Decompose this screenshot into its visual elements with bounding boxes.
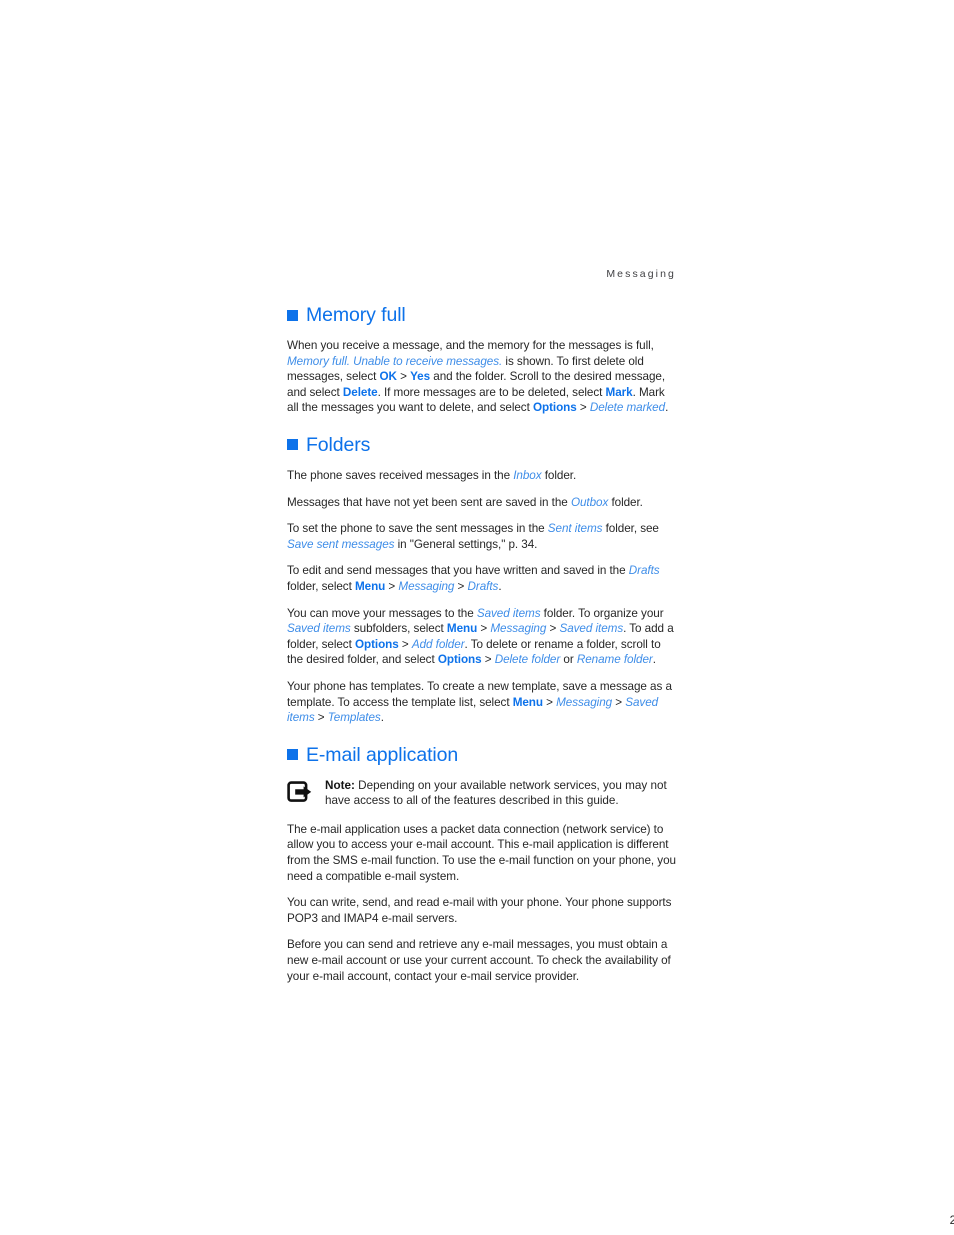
- separator: >: [454, 579, 468, 593]
- text-run: folder. To organize your: [540, 606, 664, 620]
- reference-messaging: Messaging: [556, 695, 613, 709]
- separator: >: [398, 637, 412, 651]
- reference-memory-full-message: Memory full. Unable to receive messages.: [287, 354, 503, 368]
- reference-outbox: Outbox: [570, 495, 609, 509]
- separator: >: [576, 401, 590, 415]
- reference-templates: Templates: [327, 711, 381, 725]
- text-run: The phone saves received messages in the: [287, 468, 514, 482]
- text-run: folder, see: [602, 522, 659, 536]
- text-run: folder, select: [287, 579, 355, 593]
- note-label: Note:: [325, 778, 355, 792]
- command-ok: OK: [379, 370, 397, 384]
- separator: >: [542, 695, 557, 709]
- command-options: Options: [532, 401, 577, 415]
- reference-delete-folder: Delete folder: [494, 653, 561, 667]
- text-run: .: [652, 653, 656, 667]
- separator: >: [481, 653, 495, 667]
- section-heading-folders: Folders: [287, 433, 676, 457]
- text-run: in "General settings," p. 34.: [394, 537, 538, 551]
- paragraph-email-intro: The e-mail application uses a packet dat…: [287, 822, 676, 883]
- note-callout: Note: Depending on your available networ…: [287, 778, 676, 809]
- note-text: Note: Depending on your available networ…: [325, 778, 676, 809]
- section-heading-label: Memory full: [306, 304, 406, 326]
- text-run: folder.: [541, 468, 577, 482]
- text-run: Depending on your available network serv…: [325, 778, 667, 808]
- separator: >: [477, 622, 491, 636]
- text-run: or: [560, 653, 577, 667]
- text-run: subfolders, select: [350, 622, 447, 636]
- command-menu: Menu: [512, 695, 543, 709]
- paragraph-email-servers: You can write, send, and read e-mail wit…: [287, 896, 672, 925]
- square-bullet-icon: [287, 439, 298, 451]
- separator: >: [612, 695, 626, 709]
- reference-sent-items: Sent items: [547, 522, 603, 536]
- separator: >: [396, 370, 411, 384]
- paragraph-folders-outbox: Messages that have not yet been sent are…: [287, 495, 676, 511]
- reference-save-sent-messages: Save sent messages: [287, 537, 395, 551]
- note-arrow-icon: [287, 780, 313, 805]
- section-heading-label: E-mail application: [306, 743, 459, 766]
- reference-messaging: Messaging: [398, 579, 455, 593]
- command-menu: Menu: [354, 579, 386, 593]
- separator: >: [314, 711, 328, 725]
- paragraph-folders-sent-items: To set the phone to save the sent messag…: [287, 521, 676, 552]
- text-run: To edit and send messages that you have …: [287, 564, 629, 578]
- text-run: You can move your messages to the: [287, 606, 477, 620]
- text-run: folder.: [608, 495, 643, 509]
- section-heading-email-application: E-mail application: [287, 743, 676, 767]
- text-run: When you receive a message, and the memo…: [287, 339, 654, 352]
- text-run: .: [380, 711, 384, 725]
- page-content-column: Messaging Memory full When you receive a…: [287, 268, 954, 1227]
- reference-add-folder: Add folder: [411, 637, 465, 651]
- paragraph-email-account: Before you can send and retrieve any e-m…: [287, 938, 671, 983]
- command-mark: Mark: [605, 385, 633, 399]
- command-yes: Yes: [410, 370, 431, 384]
- reference-inbox: Inbox: [513, 468, 542, 482]
- text-run: . If more messages are to be deleted, se…: [377, 385, 606, 399]
- section-heading-label: Folders: [306, 433, 371, 456]
- section-heading-memory-full: Memory full: [287, 303, 676, 327]
- reference-drafts: Drafts: [467, 579, 499, 593]
- page-number: 27: [949, 1213, 954, 1227]
- document-page: Messaging Memory full When you receive a…: [0, 0, 954, 1235]
- command-options: Options: [437, 653, 482, 667]
- text-run: .: [665, 401, 669, 415]
- running-header: Messaging: [606, 268, 676, 280]
- reference-delete-marked: Delete marked: [589, 401, 666, 415]
- separator: >: [546, 622, 560, 636]
- reference-saved-items: Saved items: [287, 622, 351, 636]
- reference-rename-folder: Rename folder: [576, 653, 653, 667]
- reference-saved-items: Saved items: [476, 606, 541, 620]
- reference-messaging: Messaging: [490, 622, 547, 636]
- paragraph-folders-saved-items: You can move your messages to the Saved …: [287, 606, 676, 668]
- paragraph-folders-inbox: The phone saves received messages in the…: [287, 468, 676, 484]
- command-delete: Delete: [342, 385, 378, 399]
- paragraph-folders-templates: Your phone has templates. To create a ne…: [287, 679, 676, 726]
- text-run: Messages that have not yet been sent are…: [287, 495, 571, 509]
- square-bullet-icon: [287, 749, 298, 761]
- separator: >: [385, 579, 399, 593]
- paragraph-folders-drafts: To edit and send messages that you have …: [287, 563, 676, 594]
- reference-drafts: Drafts: [628, 564, 660, 578]
- command-menu: Menu: [446, 622, 478, 636]
- text-run: To set the phone to save the sent messag…: [287, 522, 548, 536]
- command-options: Options: [354, 637, 399, 651]
- square-bullet-icon: [287, 309, 298, 321]
- text-run: .: [498, 579, 502, 593]
- reference-saved-items: Saved items: [559, 622, 624, 636]
- paragraph-memory-full: When you receive a message, and the memo…: [287, 338, 676, 416]
